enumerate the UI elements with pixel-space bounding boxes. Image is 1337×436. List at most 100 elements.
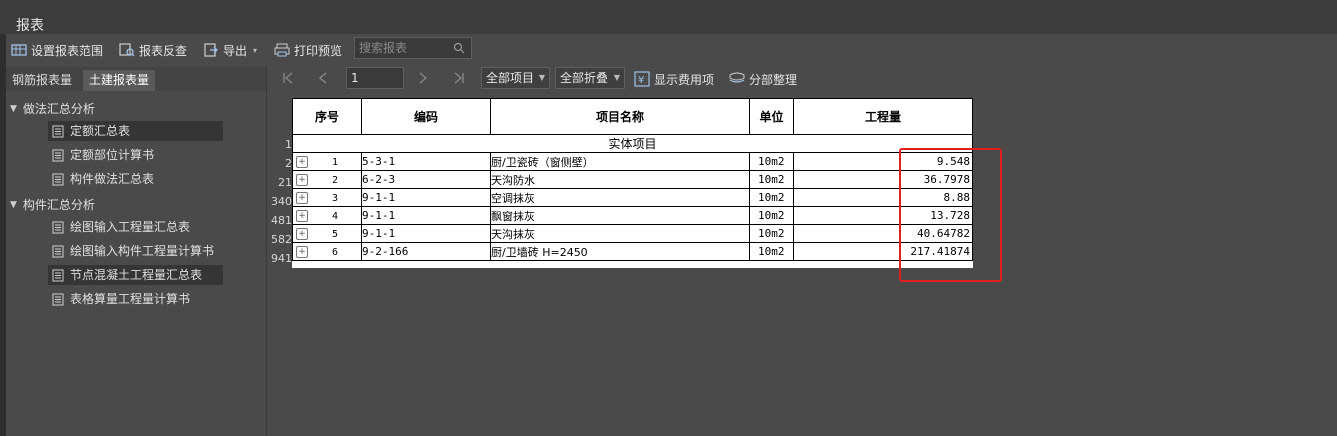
print-preview-label: 打印预览 [294,43,343,58]
search-input[interactable]: 搜索报表 [354,37,472,59]
row-number: 941 [271,252,292,265]
document-icon [52,125,64,137]
table-header-row: 序号 编码 项目名称 单位 工程量 [292,98,973,135]
document-icon [52,269,64,281]
tree-group-label: 构件汇总分析 [22,198,95,212]
cell-qty: 40.64782 [793,224,973,243]
cell-name: 厨/卫墙砖 H=2450 [490,242,750,261]
cell-seq: 5 [332,229,339,240]
expand-plus-icon[interactable]: + [296,228,308,240]
collapse-select[interactable]: 全部折叠 ▼ [555,67,625,89]
tree-item-drawing-summary[interactable]: 绘图输入工程量汇总表 [48,217,194,237]
export-icon [204,43,218,57]
tree-item-drawing-calc[interactable]: 绘图输入构件工程量计算书 [48,241,218,261]
collapse-value: 全部折叠 [560,71,609,85]
section-title: 实体项目 [292,134,973,153]
cell-seq: 3 [332,193,339,204]
cell-code: 5-3-1 [361,152,491,171]
document-icon [52,221,64,233]
tree-group-method[interactable]: ▼ 做法汇总分析 [10,100,95,117]
cell-seq: 4 [332,211,339,222]
table-row[interactable]: +2 6-2-3 天沟防水 10m2 36.7978 [292,170,973,189]
table-row[interactable]: +1 5-3-1 厨/卫瓷砖（窗侧壁） 10m2 9.548 [292,152,973,171]
expand-plus-icon[interactable]: + [296,156,308,168]
header-name: 项目名称 [490,98,750,135]
tab-rebar-report[interactable]: 钢筋报表量 [6,70,78,91]
export-label: 导出 [223,43,248,58]
print-preview-button[interactable]: 打印预览 [274,40,342,60]
cell-code: 9-1-1 [361,206,491,225]
cell-code: 9-2-166 [361,242,491,261]
report-search-icon [119,43,135,57]
tree-item-quota-location[interactable]: 定额部位计算书 [48,145,158,165]
chevron-down-icon: ▼ [613,73,620,82]
document-icon [52,245,64,257]
tree-group-component[interactable]: ▼ 构件汇总分析 [10,196,95,213]
cell-code: 6-2-3 [361,170,491,189]
header-unit: 单位 [749,98,794,135]
tree-item-label: 绘图输入工程量汇总表 [70,220,191,234]
expand-plus-icon[interactable]: + [296,192,308,204]
cell-name: 天沟防水 [490,170,750,189]
section-row: 实体项目 [292,134,973,153]
show-cost-button[interactable]: ¥ 显示费用项 [634,70,714,88]
tree-item-label: 定额汇总表 [70,124,131,138]
report-sheet: 序号 编码 项目名称 单位 工程量 实体项目 +1 5-3-1 厨/卫瓷砖（窗侧… [292,98,973,268]
set-range-label: 设置报表范围 [31,43,104,58]
cell-qty: 217.41874 [793,242,973,261]
item-filter-value: 全部项目 [486,71,535,85]
expand-plus-icon[interactable]: + [296,246,308,258]
quota-summary-table: 序号 编码 项目名称 单位 工程量 实体项目 +1 5-3-1 厨/卫瓷砖（窗侧… [292,98,973,261]
tree-item-node-concrete[interactable]: 节点混凝土工程量汇总表 [48,265,223,285]
cell-seq: 2 [332,175,339,186]
document-icon [52,149,64,161]
page-number-input[interactable]: 1 [346,67,404,89]
show-cost-label: 显示费用项 [654,72,715,87]
window-titlebar: 报表 [0,0,1337,34]
cell-code: 9-1-1 [361,188,491,207]
cell-unit: 10m2 [749,152,794,171]
caret-down-icon: ▼ [10,103,17,114]
section-arrange-button[interactable]: 分部整理 [729,70,797,88]
report-type-tabs: 钢筋报表量 土建报表量 [6,67,266,91]
first-page-icon[interactable] [281,71,297,87]
last-page-icon[interactable] [452,71,468,87]
cell-seq: 6 [332,247,339,258]
cell-qty: 36.7978 [793,170,973,189]
tree-item-label: 构件做法汇总表 [70,172,155,186]
item-filter-select[interactable]: 全部项目 ▼ [481,67,550,89]
prev-page-icon[interactable] [316,71,332,87]
tree-item-label: 表格算量工程量计算书 [70,292,191,306]
table-row[interactable]: +3 9-1-1 空调抹灰 10m2 8.88 [292,188,973,207]
export-button[interactable]: 导出 ▾ [203,40,257,60]
table-row[interactable]: +6 9-2-166 厨/卫墙砖 H=2450 10m2 217.41874 [292,242,973,261]
tree-item-quota-summary[interactable]: 定额汇总表 [48,121,223,141]
cell-qty: 8.88 [793,188,973,207]
document-icon [52,293,64,305]
section-arrange-label: 分部整理 [749,72,798,87]
cell-unit: 10m2 [749,170,794,189]
report-check-label: 报表反查 [139,43,188,58]
arrange-icon [729,72,745,83]
expand-plus-icon[interactable]: + [296,210,308,222]
tree-item-label: 绘图输入构件工程量计算书 [70,244,215,258]
tree-item-component-method[interactable]: 构件做法汇总表 [48,169,158,189]
tree-item-table-calc[interactable]: 表格算量工程量计算书 [48,289,194,309]
set-range-button[interactable]: 设置报表范围 [11,40,103,60]
header-seq: 序号 [292,98,362,135]
row-number: 21 [278,176,292,189]
row-number: 1 [285,138,292,151]
table-range-icon [11,44,27,56]
row-number: 582 [271,233,292,246]
chevron-down-icon: ▾ [253,45,258,55]
window-title: 报表 [16,18,44,34]
table-row[interactable]: +5 9-1-1 天沟抹灰 10m2 40.64782 [292,224,973,243]
search-icon[interactable] [453,42,465,54]
expand-plus-icon[interactable]: + [296,174,308,186]
tab-civil-report[interactable]: 土建报表量 [83,70,156,91]
cell-code: 9-1-1 [361,224,491,243]
table-row[interactable]: +4 9-1-1 飘窗抹灰 10m2 13.728 [292,206,973,225]
row-number: 340 [271,195,292,208]
report-check-button[interactable]: 报表反查 [119,40,187,60]
next-page-icon[interactable] [416,71,432,87]
